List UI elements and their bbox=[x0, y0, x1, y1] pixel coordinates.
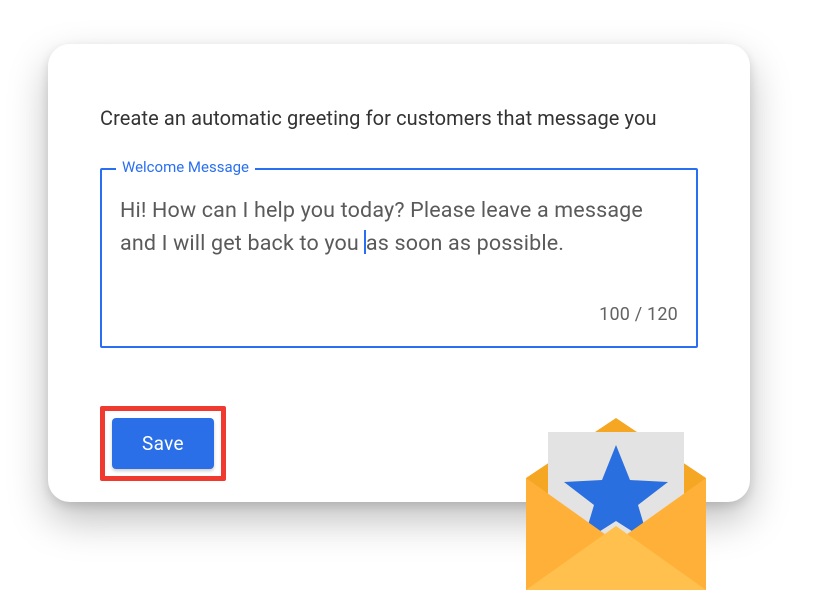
greeting-settings-card: Create an automatic greeting for custome… bbox=[48, 44, 750, 502]
welcome-message-input[interactable]: Hi! How can I help you today? Please lea… bbox=[120, 194, 678, 294]
field-label: Welcome Message bbox=[116, 158, 255, 176]
prompt-text: Create an automatic greeting for custome… bbox=[100, 106, 698, 130]
save-button[interactable]: Save bbox=[112, 418, 214, 469]
welcome-message-field[interactable]: Welcome Message Hi! How can I help you t… bbox=[100, 168, 698, 348]
character-counter: 100 / 120 bbox=[120, 304, 678, 325]
save-button-highlight: Save bbox=[100, 406, 226, 481]
text-after-caret: as soon as possible. bbox=[366, 231, 564, 256]
count-max: 120 bbox=[647, 304, 678, 325]
count-sep: / bbox=[630, 304, 647, 325]
count-current: 100 bbox=[599, 304, 630, 325]
envelope-star-icon bbox=[516, 390, 716, 600]
